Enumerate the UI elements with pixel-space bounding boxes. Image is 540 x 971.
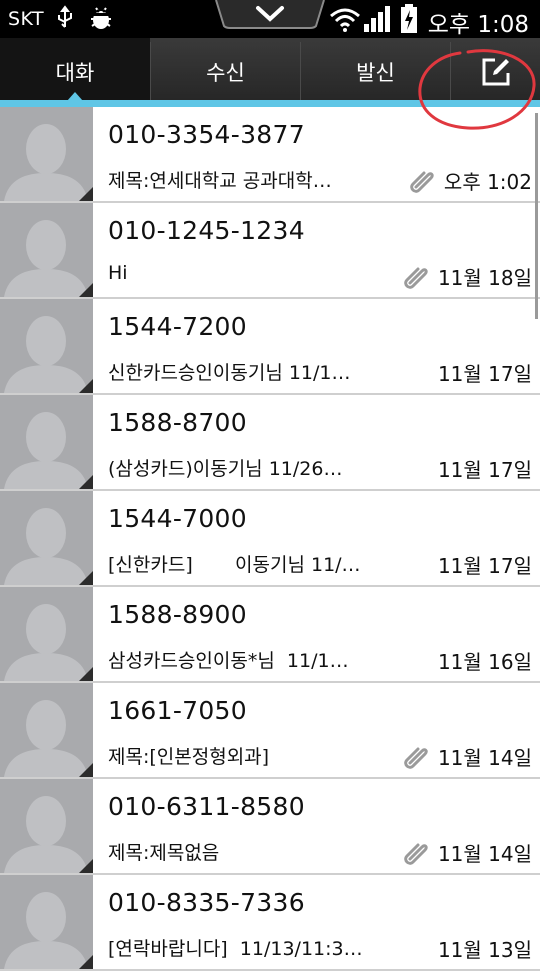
message-preview: (삼성카드)이동기님 11/26…	[108, 458, 343, 480]
status-clock: 오후 1:08	[427, 12, 529, 38]
contact-avatar[interactable]	[0, 107, 93, 201]
message-preview: [연락바랍니다] 11/13/11:3…	[108, 938, 363, 960]
contact-avatar[interactable]	[0, 203, 93, 297]
conversation-row[interactable]: 1544-7200 신한카드승인이동기님 11/1… 11월 17일	[0, 299, 540, 395]
message-preview: 신한카드승인이동기님 11/1…	[108, 362, 351, 384]
active-tab-pointer	[67, 92, 83, 101]
avatar-corner-mark	[79, 283, 93, 297]
contact-avatar[interactable]	[0, 779, 93, 873]
conversation-row[interactable]: 010-6311-8580 제목:제목없음 11월 14일	[0, 779, 540, 875]
red-circle-annotation	[418, 49, 536, 130]
message-date: 11월 14일	[437, 746, 532, 770]
conversation-row[interactable]: 010-1245-1234 Hi 11월 18일	[0, 203, 540, 299]
avatar-corner-mark	[79, 475, 93, 489]
avatar-corner-mark	[79, 955, 93, 969]
message-preview: Hi	[108, 262, 128, 284]
conversation-row[interactable]: 010-8335-7336 [연락바랍니다] 11/13/11:3… 11월 1…	[0, 875, 540, 971]
conversation-row[interactable]: 1588-8900 삼성카드승인이동*님 11/1… 11월 16일	[0, 587, 540, 683]
message-preview: [신한카드] 이동기님 11/…	[108, 554, 361, 576]
debug-icon	[88, 5, 114, 35]
sender-number: 1544-7200	[108, 312, 247, 341]
attachment-icon	[404, 747, 428, 769]
contact-avatar[interactable]	[0, 683, 93, 777]
notification-pulldown-handle[interactable]	[214, 0, 326, 30]
attachment-icon	[410, 171, 434, 193]
signal-icon	[363, 6, 393, 36]
avatar-corner-mark	[79, 379, 93, 393]
status-bar: SKT 오후 1:08	[0, 0, 540, 38]
usb-icon	[56, 5, 74, 35]
sender-number: 010-6311-8580	[108, 792, 305, 821]
sender-number: 010-1245-1234	[108, 216, 305, 245]
sender-number: 1588-8900	[108, 600, 247, 629]
message-preview: 제목:연세대학교 공과대학…	[108, 170, 332, 192]
sender-number: 1661-7050	[108, 696, 247, 725]
avatar-corner-mark	[79, 859, 93, 873]
avatar-corner-mark	[79, 763, 93, 777]
tab-received[interactable]: 수신	[151, 38, 300, 106]
battery-charging-icon	[399, 4, 419, 38]
message-date: 11월 18일	[437, 266, 532, 290]
tab-label: 대화	[55, 61, 95, 85]
sender-number: 010-3354-3877	[108, 120, 305, 149]
message-preview: 제목:[인본정형외과]	[108, 746, 270, 768]
contact-avatar[interactable]	[0, 587, 93, 681]
conversation-row[interactable]: 1661-7050 제목:[인본정형외과] 11월 14일	[0, 683, 540, 779]
contact-avatar[interactable]	[0, 395, 93, 489]
message-date: 11월 16일	[437, 650, 532, 674]
scrollbar[interactable]	[535, 113, 538, 319]
message-date: 11월 13일	[437, 938, 532, 962]
attachment-icon	[404, 843, 428, 865]
sender-number: 1544-7000	[108, 504, 247, 533]
message-date: 11월 17일	[437, 362, 532, 386]
tab-label: 발신	[356, 61, 395, 85]
message-date: 오후 1:02	[443, 170, 532, 194]
avatar-corner-mark	[79, 571, 93, 585]
wifi-icon	[329, 6, 361, 36]
message-date: 11월 17일	[437, 458, 532, 482]
contact-avatar[interactable]	[0, 875, 93, 969]
message-date: 11월 17일	[437, 554, 532, 578]
conversation-row[interactable]: 1544-7000 [신한카드] 이동기님 11/… 11월 17일	[0, 491, 540, 587]
conversation-list: 010-3354-3877 제목:연세대학교 공과대학… 오후 1:02 010…	[0, 107, 540, 971]
conversation-row[interactable]: 1588-8700 (삼성카드)이동기님 11/26… 11월 17일	[0, 395, 540, 491]
sender-number: 1588-8700	[108, 408, 247, 437]
sender-number: 010-8335-7336	[108, 888, 305, 917]
contact-avatar[interactable]	[0, 491, 93, 585]
contact-avatar[interactable]	[0, 299, 93, 393]
tab-label: 수신	[206, 61, 245, 85]
attachment-icon	[404, 267, 428, 289]
avatar-corner-mark	[79, 187, 93, 201]
message-preview: 삼성카드승인이동*님 11/1…	[108, 650, 349, 672]
avatar-corner-mark	[79, 667, 93, 681]
carrier-label: SKT	[8, 8, 45, 30]
message-preview: 제목:제목없음	[108, 842, 220, 864]
message-date: 11월 14일	[437, 842, 532, 866]
